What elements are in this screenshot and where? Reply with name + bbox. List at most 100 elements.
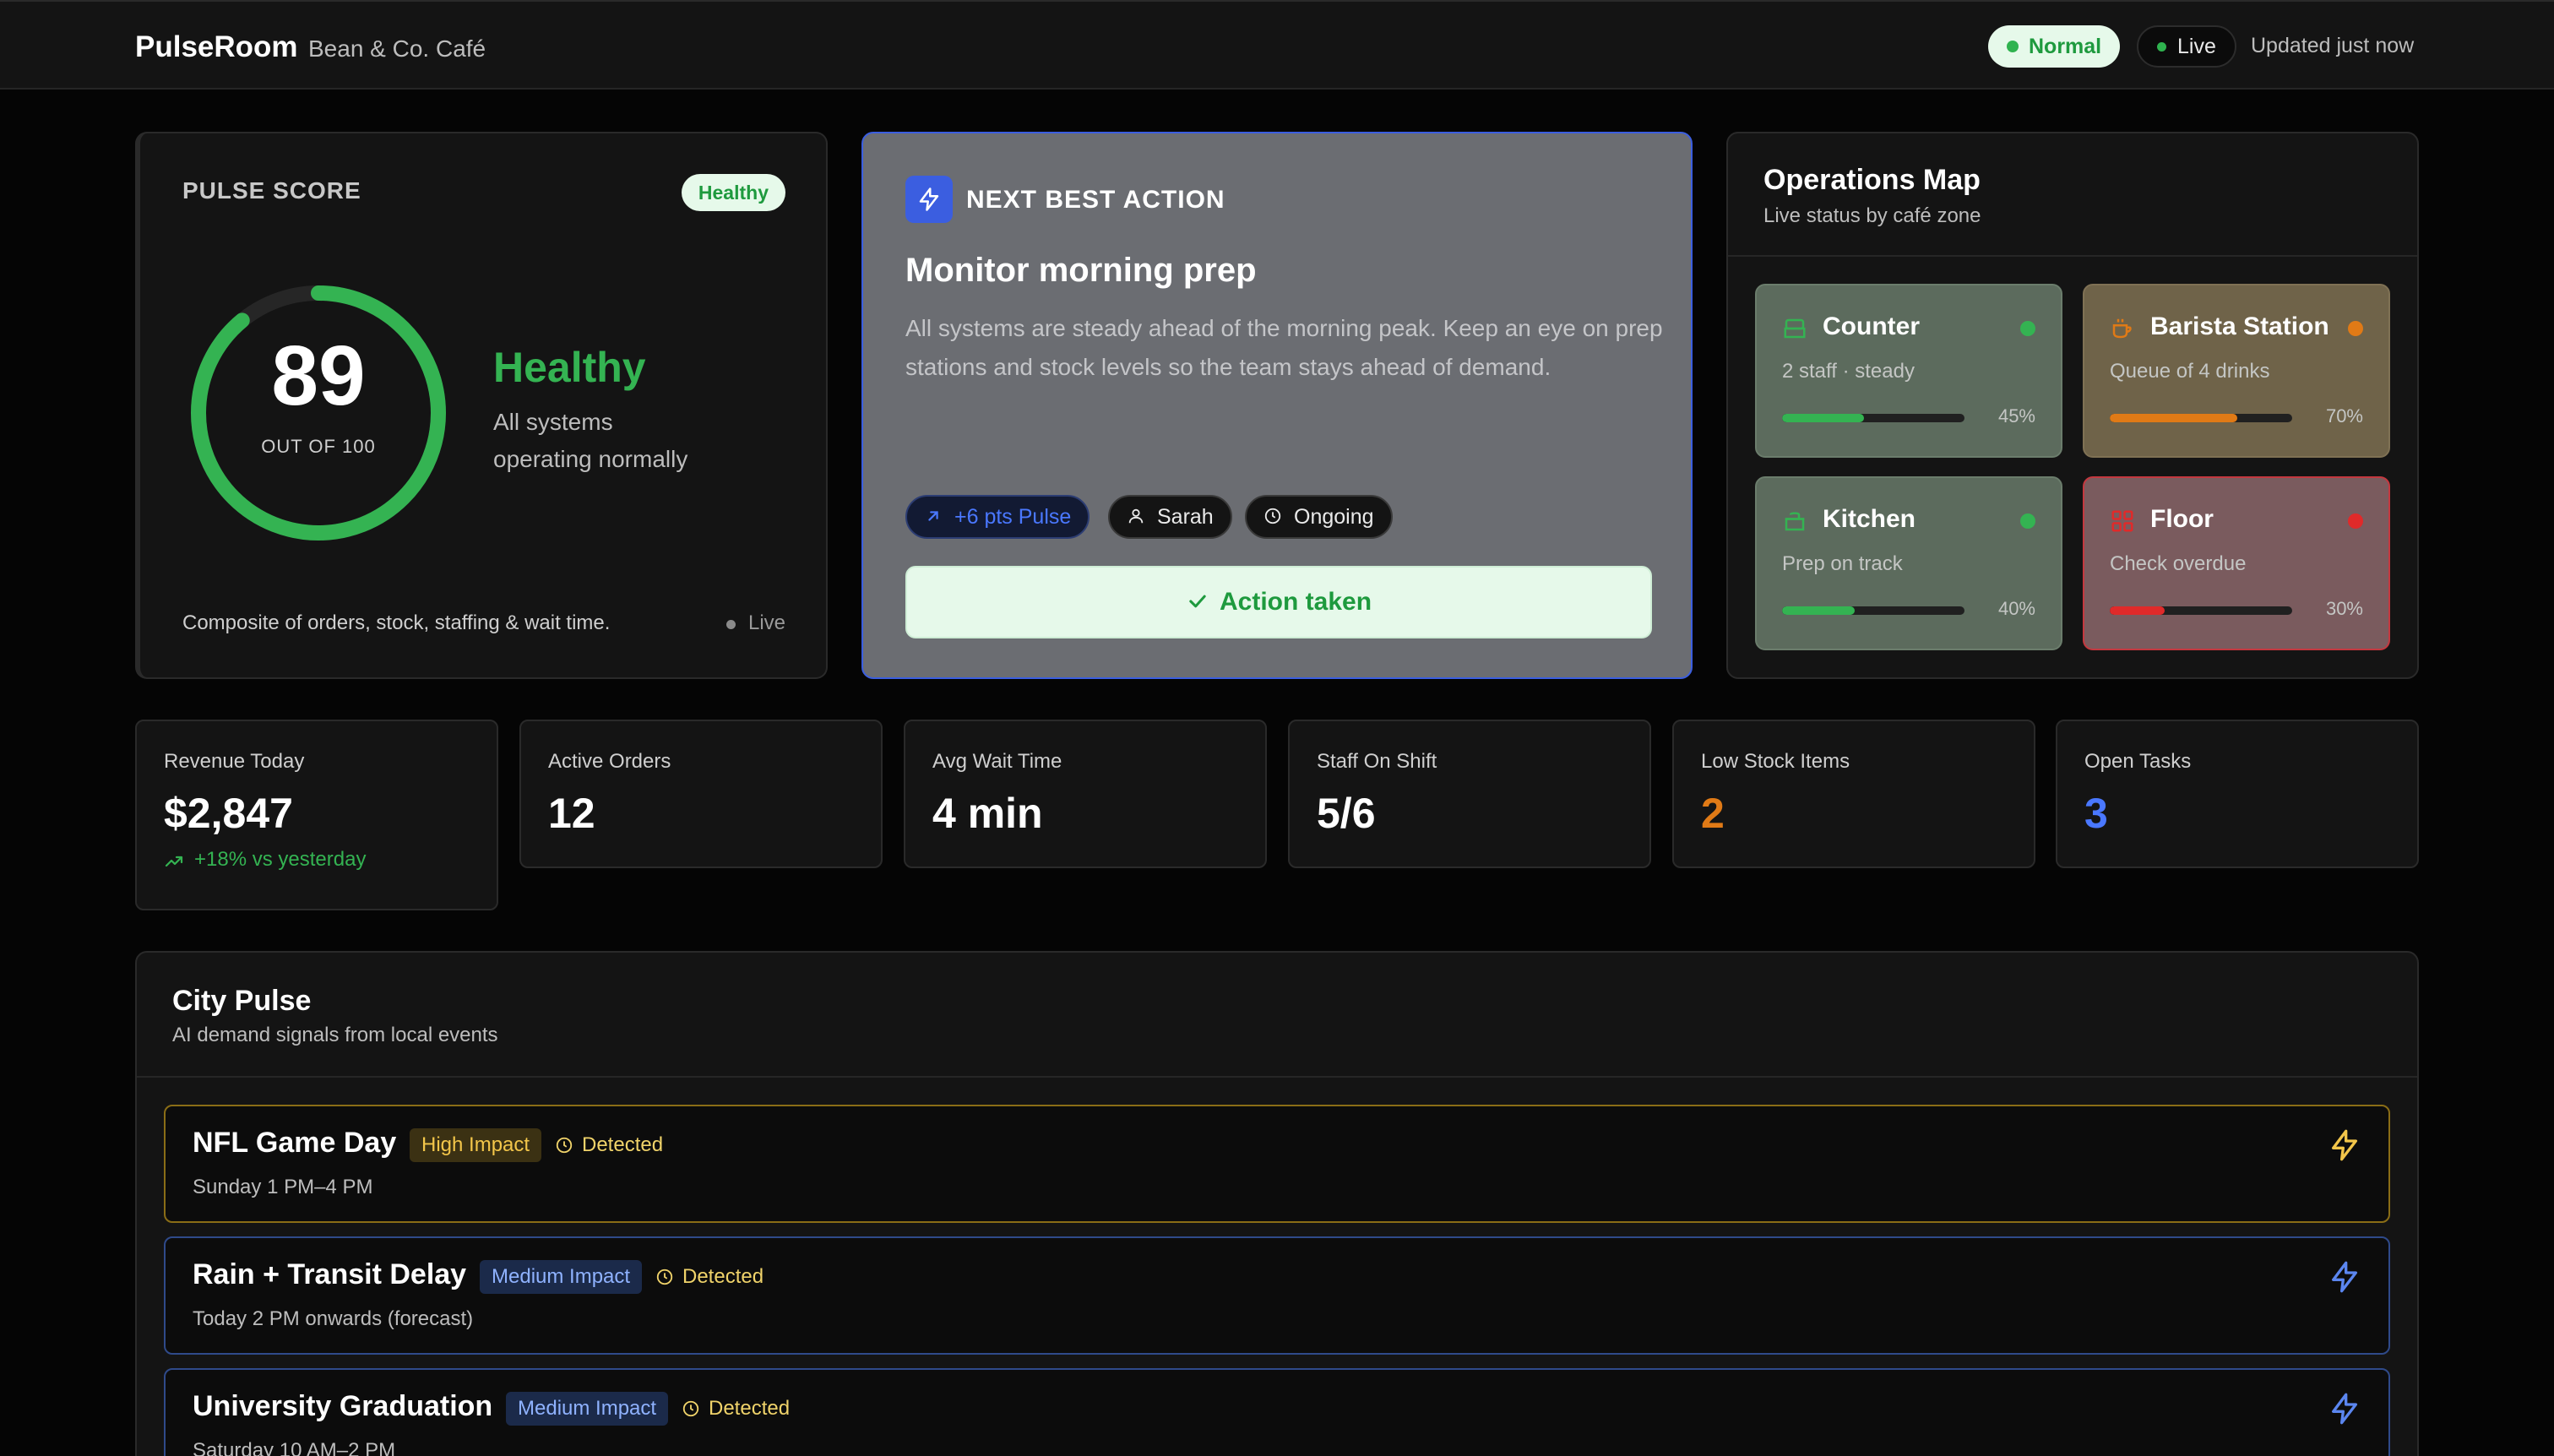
top-header: PulseRoom Bean & Co. Café Normal Live Up…	[0, 0, 2554, 90]
operations-map-subtitle: Live status by café zone	[1763, 204, 1981, 227]
zone-percent: 40%	[1997, 598, 2035, 619]
event-nfl-game-day[interactable]: NFL Game Day High Impact Detected Sunday…	[164, 1105, 2390, 1223]
zone-status-dot	[2020, 321, 2035, 336]
event-title: Rain + Transit Delay	[193, 1258, 467, 1290]
event-time: Today 2 PM onwards (forecast)	[193, 1307, 474, 1330]
kitchen-icon	[1785, 512, 1805, 531]
stat-low-stock-items: Low Stock Items 2	[1672, 720, 2035, 868]
check-icon	[1189, 595, 1206, 608]
zone-barista-station[interactable]: Barista Station Queue of 4 drinks 70%	[2083, 284, 2390, 458]
next-best-action-label: NEXT BEST ACTION	[966, 186, 1225, 214]
impact-badge: Medium Impact	[480, 1260, 643, 1294]
impact-badge: High Impact	[410, 1128, 542, 1162]
lightning-icon[interactable]	[2328, 1392, 2361, 1426]
lightning-icon	[905, 176, 953, 223]
detected-text: Detected	[682, 1265, 764, 1288]
zone-counter[interactable]: Counter 2 staff · steady 45%	[1755, 284, 2062, 458]
zone-name: Floor	[2150, 505, 2214, 533]
pulse-score-value: 89	[271, 329, 366, 423]
clock-icon	[556, 1137, 573, 1154]
action-taken-button[interactable]: Action taken	[905, 566, 1652, 638]
event-rain-transit-delay[interactable]: Rain + Transit Delay Medium Impact Detec…	[164, 1236, 2390, 1355]
zone-percent: 45%	[1997, 405, 2035, 426]
zone-status-dot	[2348, 321, 2363, 336]
status-pill-normal[interactable]: Normal	[1988, 25, 2121, 68]
stat-value: 3	[2084, 790, 2108, 837]
grid-icon	[2111, 510, 2133, 532]
clock-icon	[656, 1269, 673, 1285]
detected-status: Detected	[682, 1397, 790, 1421]
divider	[1728, 255, 2417, 257]
trending-up-icon	[165, 856, 183, 867]
updated-timestamp: Updated just now	[2251, 34, 2415, 57]
lightning-icon[interactable]	[2328, 1128, 2361, 1162]
zone-progress-bar	[2110, 414, 2292, 422]
zone-progress-fill	[1782, 606, 1856, 615]
zone-status-dot	[2348, 513, 2363, 529]
zone-status-dot	[2020, 513, 2035, 529]
lightning-icon[interactable]	[2328, 1260, 2361, 1294]
event-title: University Graduation	[193, 1390, 493, 1422]
health-badge: Healthy	[681, 174, 785, 211]
owner-name: Sarah	[1157, 505, 1214, 529]
zone-kitchen[interactable]: Kitchen Prep on track 40%	[1755, 476, 2062, 650]
stat-label: Revenue Today	[164, 750, 305, 773]
stat-label: Active Orders	[548, 750, 671, 773]
detected-text: Detected	[709, 1397, 791, 1420]
action-title: Monitor morning prep	[905, 252, 1257, 289]
stat-revenue-today: Revenue Today $2,847 +18% vs yesterday	[135, 720, 498, 910]
health-status-label: Healthy	[493, 344, 646, 391]
zone-percent: 70%	[2325, 405, 2363, 426]
city-pulse-card: City Pulse AI demand signals from local …	[135, 951, 2419, 1456]
city-pulse-subtitle: AI demand signals from local events	[172, 1024, 498, 1046]
revenue-delta: +18% vs yesterday	[164, 848, 366, 872]
stat-active-orders: Active Orders 12	[519, 720, 883, 868]
zone-progress-fill	[1782, 414, 1865, 422]
event-university-graduation[interactable]: University Graduation Medium Impact Dete…	[164, 1368, 2390, 1456]
zone-description: Queue of 4 drinks	[2110, 360, 2270, 383]
live-pill[interactable]: Live	[2137, 25, 2236, 68]
pulse-score-title: PULSE SCORE	[182, 177, 361, 204]
stat-value: 4 min	[932, 790, 1043, 837]
brand-name: PulseRoom	[135, 30, 298, 63]
clock-icon	[682, 1400, 699, 1417]
detected-status: Detected	[655, 1265, 763, 1289]
action-taken-label: Action taken	[1219, 588, 1372, 616]
next-best-action-card: NEXT BEST ACTION Monitor morning prep Al…	[861, 132, 1693, 679]
stat-avg-wait-time: Avg Wait Time 4 min	[904, 720, 1267, 868]
zone-description: Check overdue	[2110, 552, 2247, 575]
health-status-line-2: operating normally	[493, 446, 688, 472]
zone-progress-bar	[2110, 606, 2292, 615]
pulse-impact-chip[interactable]: +6 pts Pulse	[905, 495, 1090, 539]
zone-floor[interactable]: Floor Check overdue 30%	[2083, 476, 2390, 650]
zone-description: Prep on track	[1782, 552, 1903, 575]
stat-label: Low Stock Items	[1701, 750, 1850, 773]
zone-name: Counter	[1823, 312, 1920, 340]
operations-map-card: Operations Map Live status by café zone …	[1726, 132, 2419, 679]
divider	[137, 1076, 2417, 1078]
pulse-score-max: OUT OF 100	[261, 436, 376, 457]
state-chip[interactable]: Ongoing	[1245, 495, 1393, 539]
operations-map-title: Operations Map	[1763, 164, 1981, 196]
stat-label: Staff On Shift	[1317, 750, 1437, 773]
impact-badge: Medium Impact	[506, 1392, 669, 1426]
stat-staff-on-shift: Staff On Shift 5/6	[1288, 720, 1651, 868]
coffee-icon	[2112, 318, 2132, 339]
pulse-impact-text: +6 pts Pulse	[954, 505, 1072, 529]
user-icon	[1128, 508, 1144, 524]
stat-value: 5/6	[1317, 790, 1376, 837]
stat-label: Avg Wait Time	[932, 750, 1062, 773]
zone-description: 2 staff · steady	[1782, 360, 1915, 383]
register-icon	[1784, 318, 1806, 339]
state-text: Ongoing	[1294, 505, 1374, 529]
stat-value: $2,847	[164, 790, 293, 837]
event-time: Sunday 1 PM–4 PM	[193, 1176, 373, 1198]
event-title: NFL Game Day	[193, 1127, 397, 1159]
zone-progress-bar	[1782, 414, 1964, 422]
event-time: Saturday 10 AM–2 PM	[193, 1439, 396, 1456]
arrow-up-right-icon	[928, 511, 938, 521]
health-status-line-1: All systems	[493, 409, 613, 435]
stat-label: Open Tasks	[2084, 750, 2192, 773]
owner-chip[interactable]: Sarah	[1108, 495, 1232, 539]
zone-name: Kitchen	[1823, 505, 1916, 533]
